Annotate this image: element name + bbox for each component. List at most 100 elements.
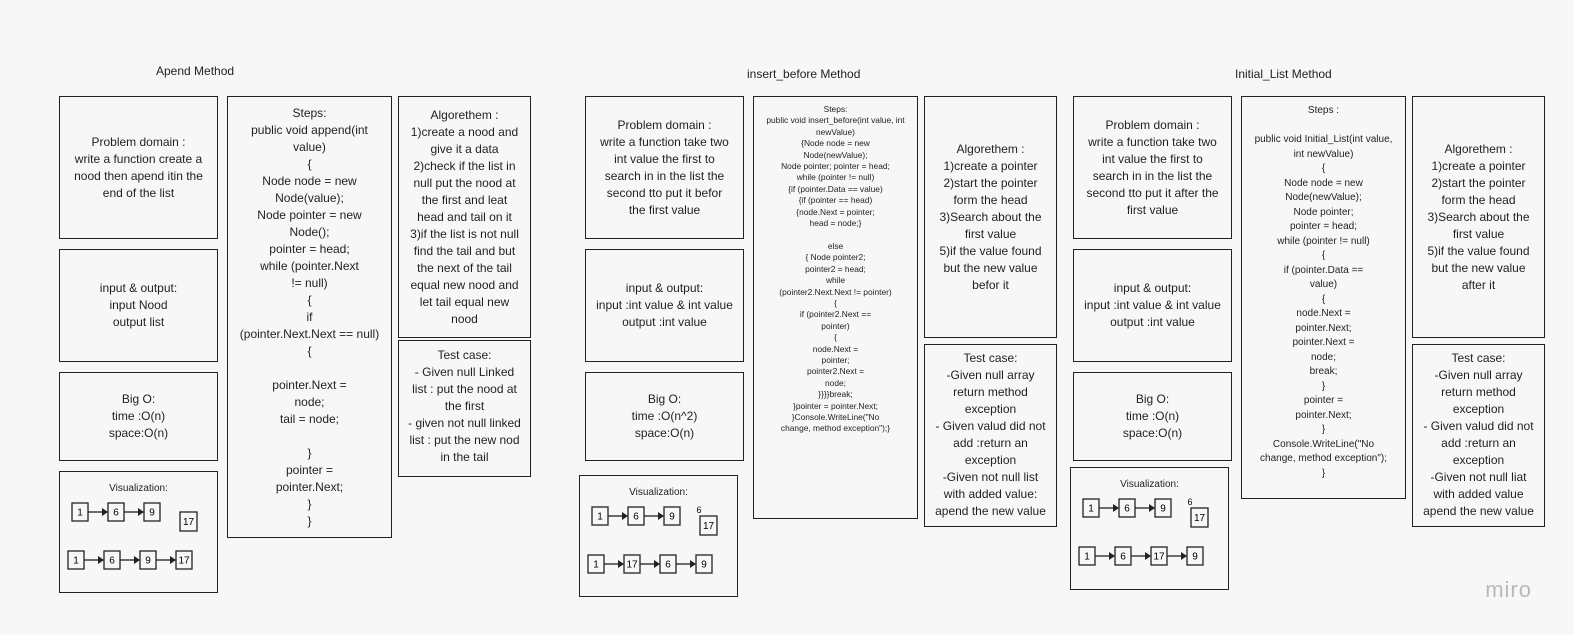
card-text-line: node; [1310,351,1337,363]
card-text-line: node; [825,377,846,388]
algorithm-card[interactable]: Algorethem : 1)create a nood and give it a… [398,96,531,338]
node-value: 17 [703,521,715,532]
visualization-card[interactable]: Visualization: 1 6 9 17 1 6 9 17 [59,471,218,593]
card-text-line: { [1321,250,1326,261]
next-pointer-arrow [124,508,144,516]
card-heading: Problem domain : [1105,117,1200,132]
big-o-card[interactable]: Big O: time :O(n^2) space:O(n) [585,372,744,461]
input-output-card[interactable]: input & output: input Nood output list [59,249,218,362]
card-text-line: - Given valud did not [935,419,1046,433]
next-pointer-arrow [676,560,696,568]
card-text-line: pointer2.Next = [806,366,865,377]
node-value: 9 [1192,552,1198,563]
problem-domain-card[interactable]: Problem domain : write a function take tw… [1073,96,1232,239]
card-text-line: { [307,293,312,307]
card-text-line: 5)if the value found [1427,243,1530,258]
card-text-line: but the new value [1431,260,1526,275]
list-node: 9 [1186,546,1204,566]
card-text-line: equal new nood and [410,277,519,292]
card-text-line: space:O(n) [1122,426,1183,440]
steps-card[interactable]: Steps: public void insert_before(int valu… [753,96,918,519]
node-value: 6 [1124,504,1130,515]
card-text-line: tail = node; [279,412,340,426]
algorithm-card[interactable]: Algorethem : 1)create a pointer 2)start th… [924,96,1057,338]
card-heading: Test case: [963,351,1018,365]
next-pointer-arrow [88,508,108,516]
card-text-line: with added value [1433,487,1524,501]
card-text-line: pointer.Next; [1295,322,1352,334]
card-text-line: -Given not null liat [1430,470,1527,484]
card-text-line: Node pointer; pointer = head; [781,161,890,172]
test-case-card[interactable]: Test case: - Given null Linked list : put … [398,340,531,477]
card-text-line: value) [1309,279,1338,290]
steps-card[interactable]: Steps : public void Initial_List(int val… [1241,96,1406,499]
card-text-line: time :O(n) [1125,409,1180,423]
node-value: 17 [183,517,195,528]
card-text-line [308,428,311,445]
list-node: 1 [591,506,609,526]
list-node: 6 [627,506,645,526]
node-value: 6 [1120,552,1126,563]
card-text-line: Node(newValue); [1285,192,1362,203]
card-text-line: pointer.Next = [272,378,347,392]
card-text-line: apend the new value [935,504,1046,518]
card-text-line: node.Next = [1296,308,1351,319]
card-heading: input & output: [99,281,178,295]
card-text-line: }pointer = pointer.Next; [793,400,878,411]
card-heading: input & output: [625,281,704,295]
list-node: 1 [1078,546,1096,566]
card-text-line: 3)if the list is not null [410,226,519,241]
card-text-line: space:O(n) [108,426,169,440]
next-pointer-arrow [640,560,660,568]
card-text-line: (pointer.Next.Next == null) [239,327,380,341]
card-text-line: { [1321,293,1326,305]
node-value: 1 [1088,504,1094,515]
card-text-line: if [306,310,313,324]
card-text-line: exception [1452,402,1505,416]
card-text-line: null put the nood at [413,175,516,190]
node-value: 9 [1160,504,1166,515]
card-text-line: the first [444,399,485,413]
list-node: 17 [623,554,641,574]
card-text-line: break; [1309,366,1338,377]
problem-domain-card[interactable]: Problem domain : write a function create … [59,96,218,239]
steps-card[interactable]: Steps: public void append(int value) {Node … [227,96,392,538]
list-node: 17 [175,550,193,570]
card-text-line: 2)check if the list in [413,158,516,173]
next-pointer-arrow [1095,552,1115,560]
algorithm-card[interactable]: Algorethem : 1)create a pointer 2)start th… [1412,96,1545,338]
card-text-line: { [1321,163,1326,174]
input-output-card[interactable]: input & output: input :int value & int va… [1073,249,1232,362]
card-text-line: find the tail and but [413,243,516,258]
card-text-line: { Node pointer2; [805,252,866,263]
card-text-line: output :int value [1110,315,1195,329]
list-node: 9 [1154,498,1172,518]
problem-domain-card[interactable]: Problem domain : write a function take tw… [585,96,744,239]
card-text-line: pointer = head; [269,242,350,256]
big-o-card[interactable]: Big O: time :O(n) space:O(n) [59,372,218,461]
card-heading: Test case: [1451,351,1506,365]
node-value: 9 [669,512,675,523]
card-text-line: pointer = [1303,395,1344,406]
card-heading: Big O: [647,392,682,406]
input-output-card[interactable]: input & output: input :int value & int va… [585,249,744,362]
test-case-card[interactable]: Test case: -Given null array return method… [924,344,1057,527]
card-heading: Algorethem : [430,107,499,122]
visualization-card[interactable]: Visualization: 1 6 9 17 6 1 6 17 9 [1070,467,1229,590]
card-text-line: node; [294,395,325,409]
next-pointer-arrow [120,556,140,564]
next-pointer-arrow [1135,504,1155,512]
card-text-line: Node pointer; [1293,206,1354,218]
big-o-card[interactable]: Big O: time :O(n) space:O(n) [1073,372,1232,461]
test-case-card[interactable]: Test case: -Given null array return method… [1412,344,1545,527]
card-text-line: return method [1441,385,1516,399]
card-text-line [308,360,311,377]
card-text-line: the next of the tail [417,260,512,275]
card-text-line: input :int value & int value [1084,298,1221,312]
visualization-card[interactable]: Visualization: 1 6 9 17 6 1 17 6 9 [579,475,738,597]
card-heading: Steps : [1307,105,1340,116]
next-pointer-arrow [156,556,176,564]
card-text-line: newValue) [816,126,855,137]
list-node: 9 [695,554,713,574]
node-value: 6 [665,560,671,571]
